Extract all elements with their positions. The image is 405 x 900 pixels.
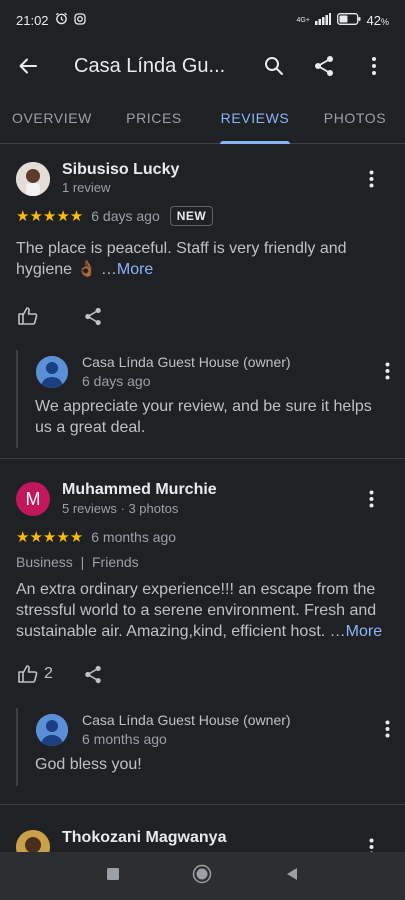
battery-percent-sign: %	[380, 16, 389, 27]
review-card: Sibusiso Lucky 1 review ★★★★★ 6 days ago…	[0, 145, 405, 458]
like-button[interactable]	[18, 307, 38, 325]
share-review-button[interactable]	[84, 307, 102, 326]
share-review-button[interactable]	[84, 665, 102, 684]
alarm-icon	[55, 12, 68, 28]
arrow-back-icon	[19, 58, 37, 74]
more-vert-icon	[369, 170, 373, 188]
review-time: 6 months ago	[91, 529, 177, 545]
owner-response-time: 6 days ago	[82, 373, 151, 389]
star-rating: ★★★★★	[16, 208, 84, 225]
like-button[interactable]: 2	[18, 665, 53, 683]
review-card: Thokozani Magwanya	[0, 805, 405, 852]
tab-photos[interactable]: PHOTOS	[312, 92, 398, 144]
review-text: An extra ordinary experience!!! an escap…	[16, 581, 383, 640]
tab-overview[interactable]: OVERVIEW	[0, 92, 104, 144]
network-label: 4G+	[296, 16, 310, 24]
share-icon	[85, 665, 101, 683]
owner-response-text: God bless you!	[35, 756, 142, 773]
owner-response-more-button[interactable]	[375, 717, 399, 741]
share-icon	[85, 307, 101, 325]
avatar[interactable]: M	[16, 482, 50, 516]
battery-icon	[336, 12, 361, 28]
more-vert-icon	[369, 490, 373, 508]
more-link[interactable]: More	[346, 623, 382, 640]
page-title: Casa Línda Gu...	[74, 54, 226, 77]
star-rating: ★★★★★	[16, 529, 84, 546]
reviewer-name[interactable]: Thokozani Magwanya	[62, 829, 226, 847]
search-button[interactable]	[249, 40, 299, 92]
search-icon	[265, 57, 283, 75]
review-more-button[interactable]	[359, 835, 383, 852]
more-vert-icon	[385, 720, 389, 738]
thumb-up-icon	[18, 665, 38, 683]
owner-response-text: We appreciate your review, and be sure i…	[35, 398, 372, 436]
instagram-icon	[73, 12, 86, 28]
square-icon	[107, 867, 120, 880]
back-nav-button[interactable]	[285, 867, 299, 886]
owner-avatar	[36, 714, 68, 746]
triangle-back-icon	[286, 867, 297, 880]
app-bar: Casa Línda Gu...	[0, 40, 405, 92]
circle-icon	[193, 864, 212, 883]
reviews-list[interactable]: Sibusiso Lucky 1 review ★★★★★ 6 days ago…	[0, 145, 405, 852]
review-tags: Business | Friends	[16, 554, 139, 570]
tab-bar: OVERVIEW PRICES REVIEWS PHOTOS	[0, 92, 405, 144]
reviewer-meta: 1 review	[62, 180, 111, 195]
tab-reviews[interactable]: REVIEWS	[220, 92, 290, 144]
back-button[interactable]	[0, 40, 56, 92]
battery-level: 42	[366, 12, 381, 28]
owner-response: Casa Línda Guest House (owner) 6 months …	[16, 708, 389, 786]
new-badge: NEW	[169, 206, 214, 226]
signal-icon	[314, 12, 331, 28]
tab-prices[interactable]: PRICES	[104, 92, 204, 144]
more-vert-icon	[385, 362, 389, 380]
avatar[interactable]	[16, 830, 50, 852]
owner-name: Casa Línda Guest House (owner)	[82, 712, 291, 728]
review-time: 6 days ago	[91, 208, 160, 224]
share-icon	[315, 56, 333, 76]
avatar[interactable]	[16, 162, 50, 196]
review-more-button[interactable]	[359, 167, 383, 191]
system-nav-bar	[0, 852, 405, 900]
thumb-up-icon	[18, 307, 38, 325]
reviewer-meta: 5 reviews · 3 photos	[62, 501, 179, 516]
reviewer-name[interactable]: Sibusiso Lucky	[62, 161, 179, 179]
recents-button[interactable]	[106, 867, 120, 886]
owner-response: Casa Línda Guest House (owner) 6 days ag…	[16, 350, 389, 448]
more-options-button[interactable]	[349, 40, 399, 92]
like-count: 2	[44, 665, 53, 682]
active-tab-indicator	[220, 141, 290, 144]
reviewer-name[interactable]: Muhammed Murchie	[62, 481, 217, 499]
review-text: The place is peaceful. Staff is very fri…	[16, 240, 347, 278]
more-vert-icon	[369, 838, 373, 852]
status-time: 21:02	[16, 12, 49, 28]
home-button[interactable]	[192, 864, 212, 889]
owner-name: Casa Línda Guest House (owner)	[82, 354, 291, 370]
more-link[interactable]: More	[117, 261, 153, 278]
more-vert-icon	[372, 57, 376, 75]
owner-avatar	[36, 356, 68, 388]
status-bar: 21:02 4G+ 42%	[0, 0, 405, 40]
share-button[interactable]	[299, 40, 349, 92]
review-card: M Muhammed Murchie 5 reviews · 3 photos …	[0, 459, 405, 804]
owner-response-more-button[interactable]	[375, 359, 399, 383]
owner-response-time: 6 months ago	[82, 731, 167, 747]
review-more-button[interactable]	[359, 487, 383, 511]
